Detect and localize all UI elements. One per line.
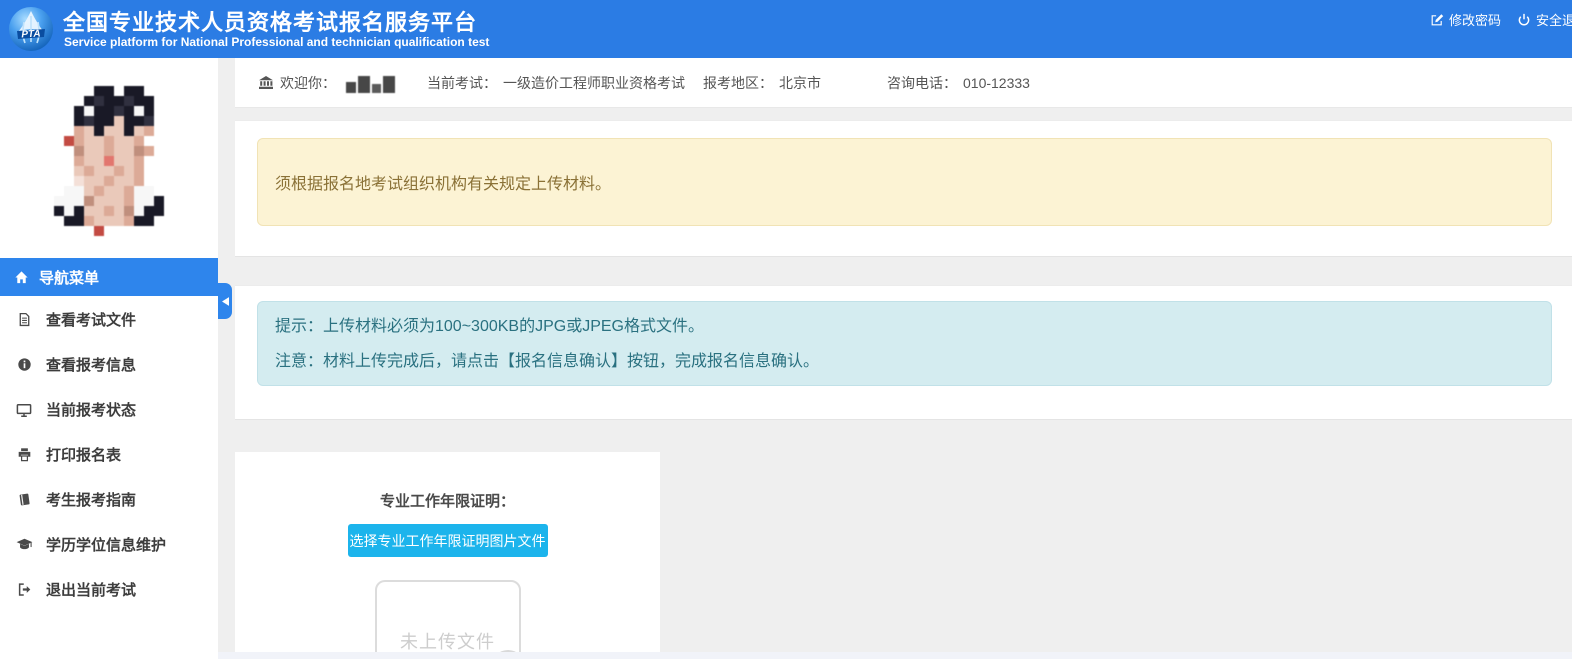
info-alert-line1: 提示：上传材料必须为100~300KB的JPG或JPEG格式文件。 — [275, 309, 1534, 344]
redacted-username — [346, 73, 395, 93]
edit-icon — [1430, 13, 1444, 27]
exam-label: 当前考试： — [427, 73, 497, 93]
sidebar: 导航菜单 查看考试文件查看报考信息当前报考状态打印报名表考生报考指南学历学位信息… — [0, 58, 218, 659]
upload-card-title: 专业工作年限证明： — [235, 452, 660, 511]
choose-file-button[interactable]: 选择专业工作年限证明图片文件 — [348, 524, 548, 557]
warning-panel: 须根据报名地考试组织机构有关规定上传材料。 — [235, 120, 1572, 257]
sidebar-menu: 查看考试文件查看报考信息当前报考状态打印报名表考生报考指南学历学位信息维护退出当… — [0, 297, 218, 612]
collapse-sidebar-tab[interactable] — [218, 283, 232, 319]
sidebar-item-registration-info[interactable]: 查看报考信息 — [0, 342, 218, 387]
pta-logo-icon: PTA — [8, 6, 54, 52]
exam-value: 一级造价工程师职业资格考试 — [503, 73, 685, 93]
printer-icon — [15, 447, 33, 462]
region-value: 北京市 — [779, 73, 821, 93]
warning-alert-text: 须根据报名地考试组织机构有关规定上传材料。 — [275, 170, 611, 194]
app-header: PTA 全国专业技术人员资格考试报名服务平台 Service platform … — [0, 0, 1572, 58]
svg-text:PTA: PTA — [21, 29, 41, 41]
header-links: 修改密码 安全退出 — [1430, 10, 1572, 29]
avatar — [54, 86, 164, 236]
warning-alert: 须根据报名地考试组织机构有关规定上传材料。 — [257, 138, 1552, 226]
sidebar-nav-header: 导航菜单 — [0, 258, 218, 296]
logout-link-label: 安全退出 — [1536, 10, 1572, 29]
sidebar-item-education-info-label: 学历学位信息维护 — [46, 534, 166, 555]
sidebar-item-print-form-label: 打印报名表 — [46, 444, 121, 465]
chevron-left-icon — [222, 297, 229, 306]
file-icon — [15, 312, 33, 327]
info-alert: 提示：上传材料必须为100~300KB的JPG或JPEG格式文件。 注意：材料上… — [257, 301, 1552, 386]
info-panel: 提示：上传材料必须为100~300KB的JPG或JPEG格式文件。 注意：材料上… — [235, 285, 1572, 420]
app-title: 全国专业技术人员资格考试报名服务平台 — [63, 5, 477, 37]
upload-preview-box: 未上传文件 — [375, 580, 521, 659]
signout-icon — [15, 582, 33, 597]
sidebar-item-current-status[interactable]: 当前报考状态 — [0, 387, 218, 432]
sidebar-item-candidate-guide[interactable]: 考生报考指南 — [0, 477, 218, 522]
sidebar-item-exit-exam[interactable]: 退出当前考试 — [0, 567, 218, 612]
sidebar-item-candidate-guide-label: 考生报考指南 — [46, 489, 136, 510]
info-alert-line2: 注意：材料上传完成后，请点击【报名信息确认】按钮，完成报名信息确认。 — [275, 344, 1534, 379]
power-icon — [1517, 13, 1531, 27]
sidebar-item-exam-files[interactable]: 查看考试文件 — [0, 297, 218, 342]
no-file-text: 未上传文件 — [377, 582, 519, 654]
logout-link[interactable]: 安全退出 — [1517, 10, 1572, 29]
sidebar-item-exam-files-label: 查看考试文件 — [46, 309, 136, 330]
change-password-link[interactable]: 修改密码 — [1430, 10, 1501, 29]
app-subtitle: Service platform for National Profession… — [64, 35, 489, 49]
region-label: 报考地区： — [703, 73, 773, 93]
home-icon — [14, 270, 29, 285]
footer-strip — [218, 652, 1572, 659]
sidebar-nav-header-label: 导航菜单 — [39, 267, 99, 288]
sidebar-item-current-status-label: 当前报考状态 — [46, 399, 136, 420]
change-password-link-label: 修改密码 — [1449, 10, 1501, 29]
phone-label: 咨询电话： — [887, 73, 957, 93]
sidebar-item-print-form[interactable]: 打印报名表 — [0, 432, 218, 477]
sidebar-item-education-info[interactable]: 学历学位信息维护 — [0, 522, 218, 567]
welcome-bar: 欢迎你： 当前考试： 一级造价工程师职业资格考试 报考地区： 北京市 咨询电话： 01… — [235, 58, 1572, 108]
monitor-icon — [15, 402, 33, 418]
upload-card: 专业工作年限证明： 选择专业工作年限证明图片文件 未上传文件 — [235, 452, 660, 659]
book-icon — [15, 492, 33, 507]
greeting-label: 欢迎你： — [280, 73, 336, 93]
bank-icon — [258, 75, 274, 91]
main-content: 欢迎你： 当前考试： 一级造价工程师职业资格考试 报考地区： 北京市 咨询电话： 01… — [218, 58, 1572, 659]
sidebar-item-registration-info-label: 查看报考信息 — [46, 354, 136, 375]
graduation-icon — [15, 536, 33, 553]
phone-value: 010-12333 — [963, 75, 1030, 91]
info-icon — [15, 357, 33, 372]
sidebar-item-exit-exam-label: 退出当前考试 — [46, 579, 136, 600]
